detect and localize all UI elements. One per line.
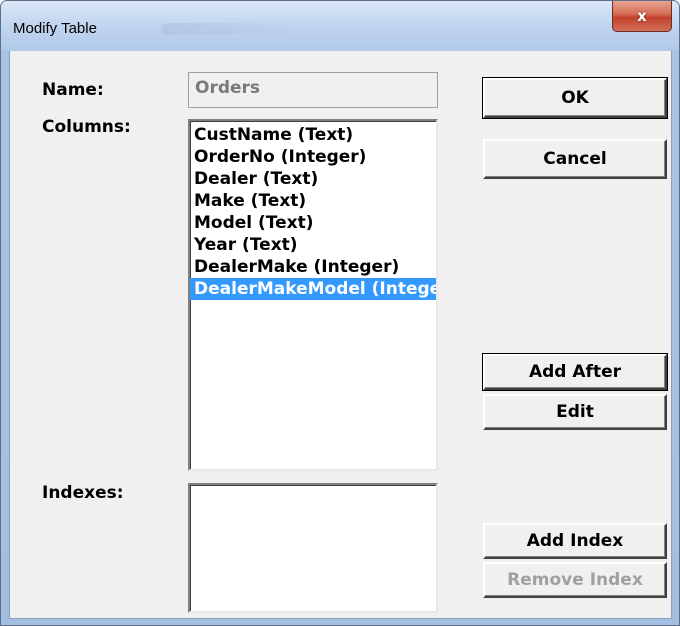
indexes-listbox[interactable] xyxy=(188,483,438,613)
columns-label: Columns: xyxy=(42,117,131,137)
title-bar[interactable]: Modify Table x xyxy=(1,1,679,51)
column-list-item[interactable]: DealerMake (Integer) xyxy=(190,256,436,278)
edit-button[interactable]: Edit xyxy=(483,394,667,430)
column-list-item[interactable]: OrderNo (Integer) xyxy=(190,146,436,168)
dialog-body: Name: Orders Columns: CustName (Text) Ord… xyxy=(9,51,672,619)
add-index-button[interactable]: Add Index xyxy=(483,523,667,559)
cancel-button[interactable]: Cancel xyxy=(483,139,667,179)
modify-table-dialog: Modify Table x Name: Orders Columns: Cus… xyxy=(0,0,680,626)
column-list-item[interactable]: Model (Text) xyxy=(190,212,436,234)
close-button[interactable]: x xyxy=(612,1,672,32)
column-list-item[interactable]: Make (Text) xyxy=(190,190,436,212)
title-bar-blur xyxy=(161,23,291,35)
indexes-label: Indexes: xyxy=(42,483,124,503)
remove-index-button: Remove Index xyxy=(483,562,667,598)
name-label: Name: xyxy=(42,80,104,100)
name-field[interactable]: Orders xyxy=(188,72,438,108)
window-title: Modify Table xyxy=(13,20,97,37)
column-list-item[interactable]: CustName (Text) xyxy=(190,124,436,146)
column-list-item[interactable]: Year (Text) xyxy=(190,234,436,256)
column-list-item[interactable]: Dealer (Text) xyxy=(190,168,436,190)
add-after-button[interactable]: Add After xyxy=(482,353,668,391)
close-icon: x xyxy=(637,7,647,25)
column-list-item[interactable]: DealerMakeModel (Integer) xyxy=(190,278,436,300)
ok-button[interactable]: OK xyxy=(482,77,668,119)
columns-listbox[interactable]: CustName (Text) OrderNo (Integer) Dealer (… xyxy=(188,119,438,471)
